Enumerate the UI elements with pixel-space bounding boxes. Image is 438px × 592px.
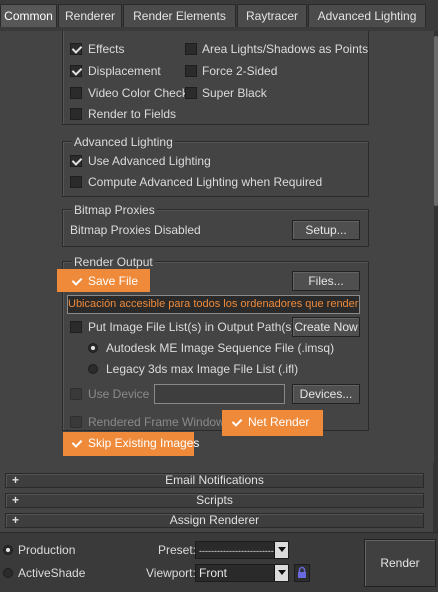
render-to-fields-checkbox[interactable] — [70, 108, 82, 120]
use-device-checkbox[interactable] — [70, 388, 82, 400]
skip-existing-label: Skip Existing Images — [88, 436, 200, 450]
device-field[interactable] — [154, 384, 285, 404]
tab-raytracer[interactable]: Raytracer — [237, 4, 307, 27]
scrollbar-thumb[interactable] — [434, 36, 438, 206]
tab-render-elements[interactable]: Render Elements — [123, 4, 236, 27]
tab-renderer[interactable]: Renderer — [58, 4, 122, 27]
preset-label: Preset: — [158, 543, 197, 557]
rendered-frame-window-label: Rendered Frame Window — [88, 415, 225, 429]
save-file-label: Save File — [88, 274, 139, 288]
autodesk-sequence-radio[interactable] — [88, 343, 98, 353]
advanced-lighting-title: Advanced Lighting — [72, 135, 175, 149]
compute-advanced-lighting-label: Compute Advanced Lighting when Required — [88, 175, 323, 189]
bitmap-proxies-title: Bitmap Proxies — [72, 203, 157, 217]
output-path-field[interactable]: Ubicación accesible para todos los orden… — [67, 295, 360, 314]
expand-icon: + — [12, 473, 20, 487]
bitmap-proxies-status: Bitmap Proxies Disabled — [70, 223, 201, 237]
use-advanced-lighting-label: Use Advanced Lighting — [88, 154, 211, 168]
scripts-label: Scripts — [196, 493, 233, 507]
chevron-down-icon — [274, 565, 288, 581]
production-radio[interactable] — [3, 545, 13, 555]
setup-button[interactable]: Setup... — [292, 220, 360, 240]
displacement-label: Displacement — [88, 64, 161, 78]
effects-checkbox[interactable] — [70, 43, 82, 55]
displacement-checkbox[interactable] — [70, 65, 82, 77]
common-panel: Effects Area Lights/Shadows as Points Di… — [0, 31, 434, 463]
render-to-fields-label: Render to Fields — [88, 107, 177, 121]
area-lights-label: Area Lights/Shadows as Points — [202, 42, 369, 56]
legacy-list-radio[interactable] — [88, 364, 98, 374]
assign-renderer-label: Assign Renderer — [169, 513, 260, 527]
output-path-text: Ubicación accesible para todos los orden… — [68, 298, 360, 310]
net-render-checkbox[interactable] — [230, 416, 242, 428]
super-black-checkbox[interactable] — [185, 87, 197, 99]
autodesk-sequence-label: Autodesk ME Image Sequence File (.imsq) — [106, 341, 335, 355]
devices-button[interactable]: Devices... — [292, 384, 360, 404]
force-2sided-checkbox[interactable] — [185, 65, 197, 77]
video-color-check-label: Video Color Check — [88, 86, 188, 100]
lock-icon — [298, 566, 306, 578]
viewport-dropdown[interactable]: Front — [195, 564, 289, 582]
legacy-list-label: Legacy 3ds max Image File List (.ifl) — [106, 362, 299, 376]
use-advanced-lighting-checkbox[interactable] — [70, 155, 82, 167]
lock-viewport-button[interactable] — [294, 564, 310, 582]
tab-common[interactable]: Common — [0, 4, 57, 27]
render-button[interactable]: Render — [364, 539, 436, 587]
scripts-rollout[interactable]: + Scripts — [5, 493, 424, 508]
effects-label: Effects — [88, 42, 125, 56]
activeshade-radio[interactable] — [3, 568, 13, 578]
expand-icon: + — [12, 513, 20, 527]
tab-advanced-lighting[interactable]: Advanced Lighting — [308, 4, 426, 27]
save-file-checkbox[interactable] — [70, 275, 82, 287]
area-lights-checkbox[interactable] — [185, 43, 197, 55]
files-button[interactable]: Files... — [292, 271, 360, 291]
super-black-label: Super Black — [202, 86, 267, 100]
activeshade-label: ActiveShade — [18, 566, 86, 580]
save-file-highlight[interactable]: Save File — [57, 269, 150, 292]
expand-icon: + — [12, 493, 20, 507]
use-device-label: Use Device — [88, 387, 150, 401]
put-image-list-label: Put Image File List(s) in Output Path(s) — [88, 320, 296, 334]
video-color-check-checkbox[interactable] — [70, 87, 82, 99]
rendered-frame-window-checkbox[interactable] — [70, 416, 82, 428]
force-2sided-label: Force 2-Sided — [202, 64, 278, 78]
viewport-label: Viewport: — [146, 566, 196, 580]
net-render-highlight[interactable]: Net Render — [222, 410, 323, 436]
chevron-down-icon — [274, 542, 288, 558]
preset-value: --------------------------- — [199, 546, 280, 556]
create-now-button[interactable]: Create Now — [292, 317, 360, 337]
bottom-bar: Production ActiveShade Preset: ---------… — [0, 532, 438, 592]
compute-advanced-lighting-checkbox[interactable] — [70, 176, 82, 188]
render-output-title: Render Output — [72, 255, 155, 269]
production-label: Production — [18, 543, 76, 557]
preset-dropdown[interactable]: --------------------------- — [195, 541, 289, 559]
net-render-label: Net Render — [248, 415, 310, 429]
email-notifications-label: Email Notifications — [165, 473, 264, 487]
email-notifications-rollout[interactable]: + Email Notifications — [5, 473, 424, 488]
put-image-list-checkbox[interactable] — [70, 321, 82, 333]
skip-existing-highlight[interactable]: Skip Existing Images — [63, 432, 199, 456]
viewport-value: Front — [199, 566, 228, 580]
assign-renderer-rollout[interactable]: + Assign Renderer — [5, 513, 424, 528]
skip-existing-checkbox[interactable] — [70, 437, 82, 449]
tab-bar: Common Renderer Render Elements Raytrace… — [0, 0, 438, 32]
